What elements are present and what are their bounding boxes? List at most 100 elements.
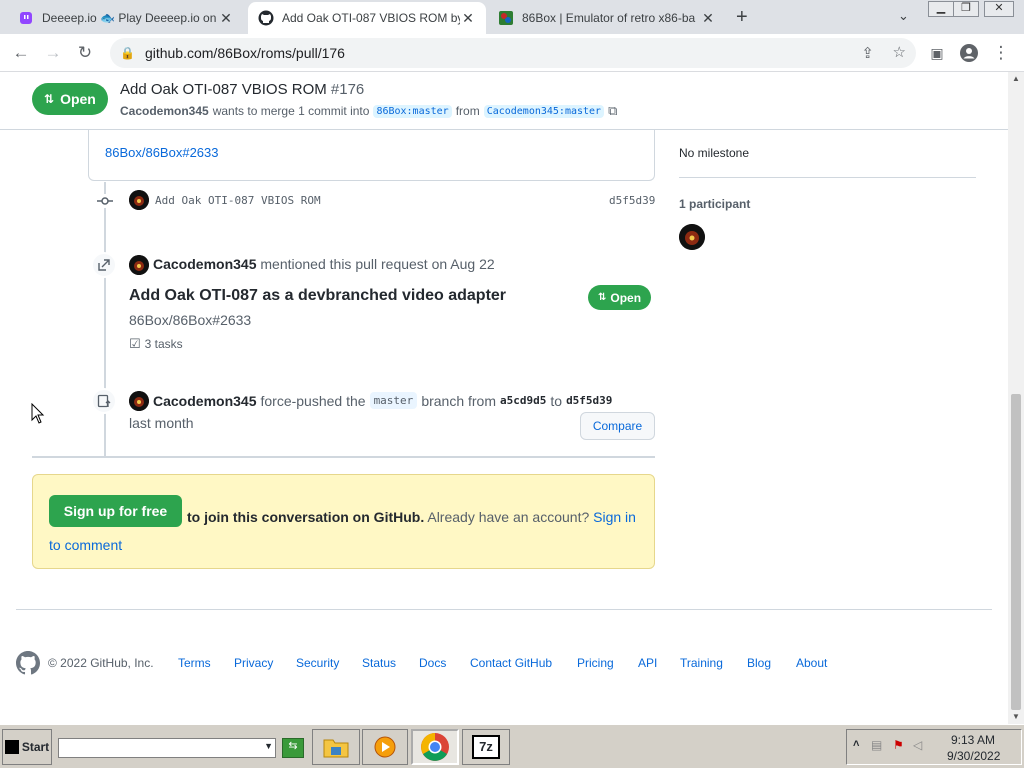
address-bar[interactable]: 🔒 github.com/86Box/roms/pull/176 ⇪ ☆ [110,38,916,68]
avatar[interactable] [129,391,149,411]
footer-link-contact[interactable]: Contact GitHub [470,656,552,670]
taskbar-media-player[interactable] [362,729,408,765]
compare-button[interactable]: Compare [580,412,655,440]
close-tab-icon[interactable]: ✕ [700,10,716,27]
taskbar-7zip[interactable]: 7z [462,729,510,765]
minimize-icon[interactable]: ▁ [928,1,954,17]
scrollbar-thumb[interactable] [1011,394,1021,710]
taskbar-explorer[interactable] [312,729,360,765]
timeline-line [104,182,106,456]
share-icon[interactable]: ⇪ [861,44,874,62]
footer-link-pricing[interactable]: Pricing [577,656,614,670]
new-tab-icon[interactable]: + [736,6,748,29]
push-branch[interactable]: master [369,392,418,409]
tab-strip: Deeeep.io 🐟 Play Deeeep.io on C ✕ Add Oa… [0,0,1024,34]
participants-heading: 1 participant [679,197,751,211]
taskbar-address-combo[interactable]: ▼ [58,738,276,758]
bookmark-star-icon[interactable]: ☆ [893,43,906,61]
mention-issue-ref[interactable]: 86Box/86Box#2633 [129,312,251,328]
mention-event-text: Cacodemon345 mentioned this pull request… [153,256,495,272]
url-text: github.com/86Box/roms/pull/176 [144,45,345,61]
tray-time[interactable]: 9:13 AM [951,733,995,747]
copy-icon[interactable]: ⧉ [608,103,617,119]
reload-icon[interactable]: ↻ [74,42,96,64]
mention-user[interactable]: Cacodemon345 [153,256,256,272]
pr-title-text: Add Oak OTI-087 VBIOS ROM [120,81,327,98]
push-from-sha[interactable]: a5cd9d5 [500,394,546,407]
start-button[interactable]: Start [2,729,52,765]
commit-sha[interactable]: d5f5d39 [609,194,655,207]
footer-divider [16,609,992,610]
commit-message[interactable]: Add Oak OTI-087 VBIOS ROM [155,194,321,207]
task-list: ☑ 3 tasks [129,336,183,352]
git-pull-request-icon: ⇅ [598,292,607,303]
restore-icon[interactable]: ❐ [953,1,979,17]
footer-copyright: © 2022 GitHub, Inc. [48,656,154,670]
page-content: ⇅ Open Add Oak OTI-087 VBIOS ROM #176 Ca… [0,72,1008,724]
scroll-up-icon[interactable]: ▲ [1012,74,1020,83]
86box-icon [498,10,514,26]
page-scrollbar[interactable]: ▲ ▼ [1008,72,1024,724]
reference-link[interactable]: 86Box/86Box#2633 [105,145,218,160]
footer-link-privacy[interactable]: Privacy [234,656,273,670]
go-icon[interactable]: ⇆ [282,738,304,758]
footer-link-api[interactable]: API [638,656,657,670]
signup-prompt: Sign up for free to join this conversati… [32,474,655,569]
merge-text: wants to merge 1 commit into [212,104,370,118]
taskbar-chrome[interactable] [411,729,459,765]
tab-search-chevron-icon[interactable]: ⌄ [898,8,909,24]
push-to-sha[interactable]: d5f5d39 [566,394,612,407]
close-tab-icon[interactable]: ✕ [460,10,476,27]
network-icon[interactable]: ▤ [871,738,882,752]
forward-icon[interactable]: → [42,42,64,64]
close-window-icon[interactable]: ✕ [984,1,1014,17]
signup-text: to join this conversation on GitHub. Alr… [49,503,649,559]
task-count: 3 tasks [144,337,183,351]
footer-link-security[interactable]: Security [296,656,339,670]
tray-expand-icon[interactable]: ˄ [853,738,859,750]
close-tab-icon[interactable]: ✕ [218,10,234,27]
pr-author[interactable]: Cacodemon345 [120,104,209,118]
footer-link-status[interactable]: Status [362,656,396,670]
head-branch[interactable]: Cacodemon345:master [483,104,605,118]
scroll-down-icon[interactable]: ▼ [1012,712,1020,721]
action-center-icon[interactable]: ⚑ [893,738,904,752]
dropdown-arrow-icon[interactable]: ▼ [264,741,273,751]
cross-reference-icon [91,252,117,278]
footer-link-blog[interactable]: Blog [747,656,771,670]
commit-icon [96,194,114,208]
volume-icon[interactable]: ◁ [913,738,922,752]
avatar[interactable] [129,255,149,275]
menu-kebab-icon[interactable]: ⋮ [990,42,1012,64]
participant-avatar[interactable] [679,224,705,250]
tray-date[interactable]: 9/30/2022 [947,749,1000,763]
push-text: force-pushed the [260,392,366,409]
signup-join-text: to join this conversation on GitHub. [187,509,425,525]
side-panel-icon[interactable]: ▣ [926,42,948,64]
footer-link-about[interactable]: About [796,656,827,670]
profile-icon[interactable] [958,42,980,64]
back-icon[interactable]: ← [10,42,32,64]
push-user[interactable]: Cacodemon345 [153,393,256,409]
tab-pull-request[interactable]: Add Oak OTI-087 VBIOS ROM by ✕ [248,2,486,34]
footer-link-terms[interactable]: Terms [178,656,211,670]
timeline-divider [32,456,655,458]
git-pull-request-icon: ⇅ [44,92,55,106]
tab-86box[interactable]: 86Box | Emulator of retro x86-ba ✕ [488,2,726,34]
7zip-icon: 7z [472,735,500,759]
push-time[interactable]: last month [129,415,194,431]
footer-link-training[interactable]: Training [680,656,723,670]
sidebar-divider [679,177,976,178]
base-branch[interactable]: 86Box:master [373,104,452,118]
tab-title: 86Box | Emulator of retro x86-ba [522,11,696,25]
media-player-icon [374,736,396,758]
mouse-cursor-icon [31,402,45,428]
tasklist-icon: ☑ [129,336,141,351]
github-logo-icon[interactable] [16,651,41,678]
from-text: from [455,104,480,118]
footer-link-docs[interactable]: Docs [419,656,446,670]
mention-issue-title[interactable]: Add Oak OTI-087 as a devbranched video a… [129,287,506,305]
tab-deeeep[interactable]: Deeeep.io 🐟 Play Deeeep.io on C ✕ [8,2,244,34]
folder-icon [323,739,349,758]
avatar[interactable] [129,190,149,210]
